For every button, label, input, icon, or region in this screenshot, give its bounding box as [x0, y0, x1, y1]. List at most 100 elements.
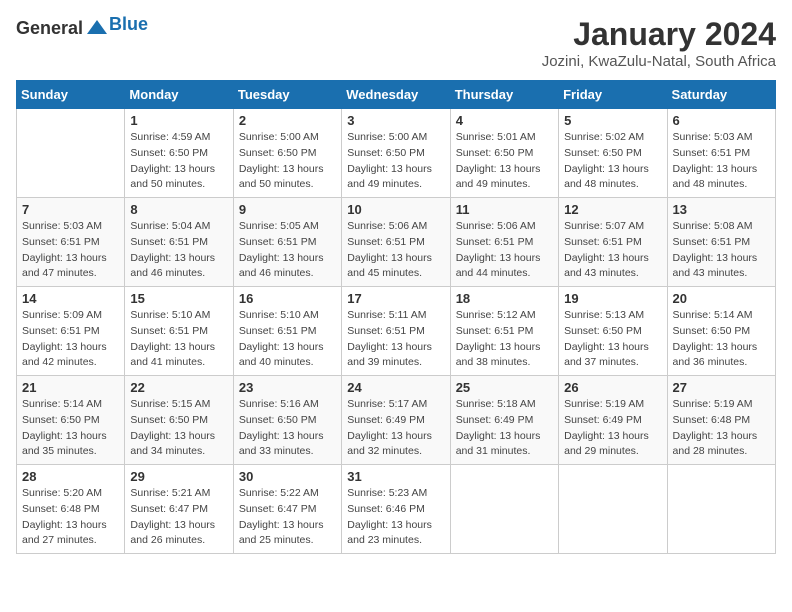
day-info: Sunrise: 5:12 AM Sunset: 6:51 PM Dayligh… [456, 308, 553, 371]
day-info: Sunrise: 5:19 AM Sunset: 6:48 PM Dayligh… [673, 397, 770, 460]
day-cell: 11Sunrise: 5:06 AM Sunset: 6:51 PM Dayli… [450, 198, 558, 287]
day-cell [17, 109, 125, 198]
day-cell: 8 Sunrise: 5:04 AM Sunset: 6:51 PM Daylig… [125, 198, 233, 287]
day-cell: 20Sunrise: 5:14 AM Sunset: 6:50 PM Dayli… [667, 287, 775, 376]
day-number: 30 [239, 469, 336, 484]
day-info: Sunrise: 5:20 AM Sunset: 6:48 PM Dayligh… [22, 486, 119, 549]
day-number: 21 [22, 380, 119, 395]
subtitle: Jozini, KwaZulu-Natal, South Africa [542, 53, 776, 70]
day-number: 7 [22, 202, 119, 217]
day-number: 22 [130, 380, 227, 395]
day-cell: 17 Sunrise: 5:11 AM Sunset: 6:51 PM Dayli… [342, 287, 450, 376]
day-cell: 12Sunrise: 5:07 AM Sunset: 6:51 PM Dayli… [559, 198, 667, 287]
day-cell: 25 Sunrise: 5:18 AM Sunset: 6:49 PM Dayli… [450, 376, 558, 465]
day-number: 13 [673, 202, 770, 217]
day-cell: 13 Sunrise: 5:08 AM Sunset: 6:51 PM Dayli… [667, 198, 775, 287]
day-info: Sunrise: 5:19 AM Sunset: 6:49 PM Dayligh… [564, 397, 661, 460]
day-info: Sunrise: 5:02 AM Sunset: 6:50 PM Dayligh… [564, 130, 661, 193]
day-number: 24 [347, 380, 444, 395]
day-cell: 16 Sunrise: 5:10 AM Sunset: 6:51 PM Dayli… [233, 287, 341, 376]
day-cell: 9 Sunrise: 5:05 AM Sunset: 6:51 PM Daylig… [233, 198, 341, 287]
logo-icon [85, 16, 109, 40]
day-info: Sunrise: 5:06 AM Sunset: 6:51 PM Dayligh… [456, 219, 553, 282]
main-title: January 2024 [542, 16, 776, 53]
day-info: Sunrise: 5:22 AM Sunset: 6:47 PM Dayligh… [239, 486, 336, 549]
header-cell-monday: Monday [125, 81, 233, 109]
week-row-3: 14 Sunrise: 5:09 AM Sunset: 6:51 PM Dayli… [17, 287, 776, 376]
week-row-5: 28 Sunrise: 5:20 AM Sunset: 6:48 PM Dayli… [17, 465, 776, 554]
day-number: 12 [564, 202, 661, 217]
header-cell-friday: Friday [559, 81, 667, 109]
week-row-1: 1Sunrise: 4:59 AM Sunset: 6:50 PM Daylig… [17, 109, 776, 198]
day-info: Sunrise: 5:15 AM Sunset: 6:50 PM Dayligh… [130, 397, 227, 460]
day-cell: 10 Sunrise: 5:06 AM Sunset: 6:51 PM Dayli… [342, 198, 450, 287]
day-cell: 5 Sunrise: 5:02 AM Sunset: 6:50 PM Daylig… [559, 109, 667, 198]
day-info: Sunrise: 5:05 AM Sunset: 6:51 PM Dayligh… [239, 219, 336, 282]
header-cell-thursday: Thursday [450, 81, 558, 109]
day-cell: 21 Sunrise: 5:14 AM Sunset: 6:50 PM Dayli… [17, 376, 125, 465]
day-info: Sunrise: 5:08 AM Sunset: 6:51 PM Dayligh… [673, 219, 770, 282]
day-number: 14 [22, 291, 119, 306]
day-info: Sunrise: 5:00 AM Sunset: 6:50 PM Dayligh… [347, 130, 444, 193]
day-info: Sunrise: 5:04 AM Sunset: 6:51 PM Dayligh… [130, 219, 227, 282]
day-number: 8 [130, 202, 227, 217]
day-number: 9 [239, 202, 336, 217]
day-number: 31 [347, 469, 444, 484]
day-number: 15 [130, 291, 227, 306]
day-cell: 24 Sunrise: 5:17 AM Sunset: 6:49 PM Dayli… [342, 376, 450, 465]
day-cell: 28 Sunrise: 5:20 AM Sunset: 6:48 PM Dayli… [17, 465, 125, 554]
day-info: Sunrise: 5:10 AM Sunset: 6:51 PM Dayligh… [239, 308, 336, 371]
day-info: Sunrise: 5:06 AM Sunset: 6:51 PM Dayligh… [347, 219, 444, 282]
calendar-table: SundayMondayTuesdayWednesdayThursdayFrid… [16, 80, 776, 554]
day-number: 18 [456, 291, 553, 306]
day-cell: 27 Sunrise: 5:19 AM Sunset: 6:48 PM Dayli… [667, 376, 775, 465]
day-info: Sunrise: 5:14 AM Sunset: 6:50 PM Dayligh… [22, 397, 119, 460]
day-cell [667, 465, 775, 554]
day-number: 5 [564, 113, 661, 128]
week-row-2: 7 Sunrise: 5:03 AM Sunset: 6:51 PM Daylig… [17, 198, 776, 287]
day-number: 26 [564, 380, 661, 395]
day-number: 16 [239, 291, 336, 306]
day-info: Sunrise: 5:03 AM Sunset: 6:51 PM Dayligh… [673, 130, 770, 193]
day-info: Sunrise: 5:09 AM Sunset: 6:51 PM Dayligh… [22, 308, 119, 371]
day-cell: 14 Sunrise: 5:09 AM Sunset: 6:51 PM Dayli… [17, 287, 125, 376]
day-number: 19 [564, 291, 661, 306]
day-info: Sunrise: 5:00 AM Sunset: 6:50 PM Dayligh… [239, 130, 336, 193]
day-info: Sunrise: 5:17 AM Sunset: 6:49 PM Dayligh… [347, 397, 444, 460]
header-cell-saturday: Saturday [667, 81, 775, 109]
day-cell [450, 465, 558, 554]
day-number: 25 [456, 380, 553, 395]
day-cell: 31 Sunrise: 5:23 AM Sunset: 6:46 PM Dayli… [342, 465, 450, 554]
day-info: Sunrise: 5:03 AM Sunset: 6:51 PM Dayligh… [22, 219, 119, 282]
day-info: Sunrise: 5:13 AM Sunset: 6:50 PM Dayligh… [564, 308, 661, 371]
day-info: Sunrise: 5:23 AM Sunset: 6:46 PM Dayligh… [347, 486, 444, 549]
week-row-4: 21 Sunrise: 5:14 AM Sunset: 6:50 PM Dayli… [17, 376, 776, 465]
calendar-body: 1Sunrise: 4:59 AM Sunset: 6:50 PM Daylig… [17, 109, 776, 554]
day-cell: 19 Sunrise: 5:13 AM Sunset: 6:50 PM Dayli… [559, 287, 667, 376]
logo-general-text: General [16, 18, 83, 39]
day-cell: 23Sunrise: 5:16 AM Sunset: 6:50 PM Dayli… [233, 376, 341, 465]
day-cell: 2 Sunrise: 5:00 AM Sunset: 6:50 PM Daylig… [233, 109, 341, 198]
day-number: 1 [130, 113, 227, 128]
day-number: 27 [673, 380, 770, 395]
day-number: 10 [347, 202, 444, 217]
day-number: 20 [673, 291, 770, 306]
day-info: Sunrise: 5:21 AM Sunset: 6:47 PM Dayligh… [130, 486, 227, 549]
day-cell: 15Sunrise: 5:10 AM Sunset: 6:51 PM Dayli… [125, 287, 233, 376]
day-number: 28 [22, 469, 119, 484]
day-info: Sunrise: 5:18 AM Sunset: 6:49 PM Dayligh… [456, 397, 553, 460]
day-number: 17 [347, 291, 444, 306]
day-number: 29 [130, 469, 227, 484]
header-cell-tuesday: Tuesday [233, 81, 341, 109]
header-cell-wednesday: Wednesday [342, 81, 450, 109]
title-block: January 2024 Jozini, KwaZulu-Natal, Sout… [542, 16, 776, 70]
day-number: 3 [347, 113, 444, 128]
day-info: Sunrise: 5:11 AM Sunset: 6:51 PM Dayligh… [347, 308, 444, 371]
day-cell: 1Sunrise: 4:59 AM Sunset: 6:50 PM Daylig… [125, 109, 233, 198]
day-cell: 4Sunrise: 5:01 AM Sunset: 6:50 PM Daylig… [450, 109, 558, 198]
logo-blue-text: Blue [109, 14, 148, 34]
day-cell: 6 Sunrise: 5:03 AM Sunset: 6:51 PM Daylig… [667, 109, 775, 198]
day-number: 6 [673, 113, 770, 128]
day-number: 2 [239, 113, 336, 128]
logo: General Blue [16, 16, 148, 40]
